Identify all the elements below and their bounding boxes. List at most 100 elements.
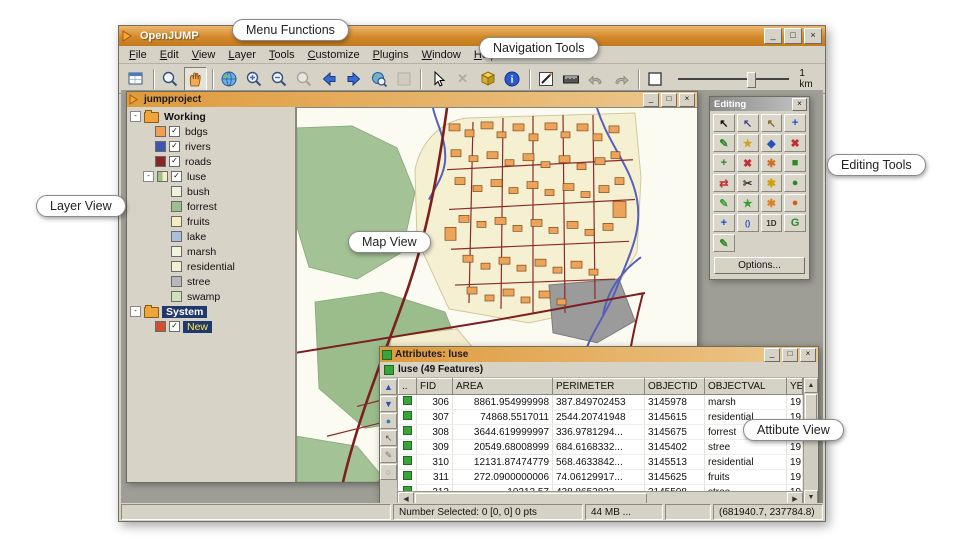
- select-linestrings-tool-icon[interactable]: ↖: [761, 114, 783, 132]
- layer-checkbox[interactable]: ✓: [169, 321, 180, 332]
- delete-vertex-tool-icon[interactable]: ✖: [737, 154, 759, 172]
- move-item-tool-icon[interactable]: +: [784, 114, 806, 132]
- scrollbar-thumb[interactable]: [415, 493, 647, 503]
- one-d-tool-icon[interactable]: 1D: [761, 214, 783, 232]
- menu-view[interactable]: View: [186, 48, 222, 62]
- table-row[interactable]: 3083644.619999997336.9781294...3145675fo…: [399, 425, 803, 440]
- scroll-down-icon[interactable]: ▼: [804, 490, 818, 503]
- zoom-globe-icon[interactable]: ●: [380, 413, 397, 429]
- feature-cube-icon[interactable]: [476, 67, 499, 91]
- note-tool-icon[interactable]: ✎: [713, 234, 735, 252]
- menu-window[interactable]: Window: [416, 48, 467, 62]
- parentheses-tool-icon[interactable]: (): [737, 214, 759, 232]
- move-vertex-tool-icon[interactable]: ✱: [761, 154, 783, 172]
- edit-geometry-tool-icon[interactable]: ✎: [713, 194, 735, 212]
- tree-theme-stree[interactable]: stree: [127, 274, 295, 289]
- next-extent-icon[interactable]: [342, 67, 365, 91]
- layer-checkbox[interactable]: ✓: [169, 156, 180, 167]
- maximize-icon[interactable]: □: [784, 28, 802, 44]
- menu-layer[interactable]: Layer: [222, 48, 262, 62]
- scale-slider-handle[interactable]: [747, 72, 756, 88]
- split-linestring-tool-icon[interactable]: ✂: [737, 174, 759, 192]
- zoom-to-layer-icon[interactable]: [367, 67, 390, 91]
- tree-layer-roads[interactable]: ✓roads: [127, 154, 295, 169]
- measure-ruler-icon[interactable]: [560, 67, 583, 91]
- horizontal-scrollbar[interactable]: ◀ ▶: [398, 491, 803, 503]
- options-button[interactable]: Options...: [714, 257, 805, 274]
- close-icon[interactable]: ×: [792, 98, 807, 111]
- column-header-perimeter[interactable]: PERIMETER: [553, 379, 645, 395]
- snap-vertices-to-point-tool-icon[interactable]: ⇄: [713, 174, 735, 192]
- zoom-icon[interactable]: [159, 67, 182, 91]
- maximize-icon[interactable]: □: [782, 348, 798, 362]
- menu-tools[interactable]: Tools: [263, 48, 301, 62]
- tree-theme-forrest[interactable]: forrest: [127, 199, 295, 214]
- cut-polygon-tool-icon[interactable]: ●: [784, 174, 806, 192]
- rotate-g-tool-icon[interactable]: G: [784, 214, 806, 232]
- move-selection-tool-icon[interactable]: +: [713, 214, 735, 232]
- collapse-icon[interactable]: -: [130, 111, 141, 122]
- draw-linestring-tool-icon[interactable]: ◆: [761, 134, 783, 152]
- draw-polygon-tool-icon[interactable]: ✎: [713, 134, 735, 152]
- tree-layer-luse[interactable]: -✓luse: [127, 169, 295, 184]
- tree-layer-rivers[interactable]: ✓rivers: [127, 139, 295, 154]
- collapse-icon[interactable]: -: [143, 171, 154, 182]
- minimize-icon[interactable]: _: [764, 348, 780, 362]
- tree-theme-marsh[interactable]: marsh: [127, 244, 295, 259]
- main-titlebar[interactable]: OpenJUMP _ □ ×: [119, 26, 825, 46]
- scale-slider[interactable]: 1 km: [678, 68, 820, 90]
- tree-theme-bush[interactable]: bush: [127, 184, 295, 199]
- column-header-yearofchan[interactable]: YEAROFCHAN: [787, 379, 803, 395]
- table-row[interactable]: 30774868.55170112544.207419483145615resi…: [399, 410, 803, 425]
- tree-layer-bdgs[interactable]: ✓bdgs: [127, 124, 295, 139]
- zoom-out-icon[interactable]: [268, 67, 291, 91]
- maximize-icon[interactable]: □: [661, 93, 677, 107]
- draw-point-tool-icon[interactable]: ✖: [784, 134, 806, 152]
- select-features-tool-icon[interactable]: ↖: [713, 114, 735, 132]
- column-header-objectid[interactable]: OBJECTID: [645, 379, 705, 395]
- scroll-up-icon[interactable]: ▲: [804, 378, 818, 393]
- tree-folder-working[interactable]: -Working: [127, 109, 295, 124]
- column-header-[interactable]: ..: [399, 379, 417, 395]
- table-row[interactable]: 3068861.954999998387.8497024533145978mar…: [399, 395, 803, 410]
- minimize-icon[interactable]: _: [764, 28, 782, 44]
- stop-icon[interactable]: ○: [380, 464, 397, 480]
- pan-icon[interactable]: [184, 67, 207, 91]
- scale-selected-tool-icon[interactable]: ★: [737, 194, 759, 212]
- attributes-table-area[interactable]: ..FIDAREAPERIMETEROBJECTIDOBJECTVALYEARO…: [398, 378, 803, 491]
- attributes-titlebar[interactable]: Attributes: luse _ □ ×: [380, 347, 818, 362]
- node-linestring-tool-icon[interactable]: ✱: [761, 174, 783, 192]
- tree-folder-system[interactable]: -System: [127, 304, 295, 319]
- edit-cell-icon[interactable]: ✎: [380, 447, 397, 463]
- close-icon[interactable]: ×: [804, 28, 822, 44]
- snap-vertices-tool-icon[interactable]: ■: [784, 154, 806, 172]
- table-row[interactable]: 31012131.87474779568.4633842...3145513re…: [399, 455, 803, 470]
- table-row[interactable]: 311272.090000000674.06129917...3145625fr…: [399, 470, 803, 485]
- menu-customize[interactable]: Customize: [302, 48, 366, 62]
- layer-checkbox[interactable]: ✓: [171, 171, 182, 182]
- autocomplete-polygon-tool-icon[interactable]: ●: [784, 194, 806, 212]
- flash-up-icon[interactable]: ▲: [380, 379, 397, 395]
- column-header-fid[interactable]: FID: [417, 379, 453, 395]
- close-icon[interactable]: ×: [800, 348, 816, 362]
- layer-checkbox[interactable]: ✓: [169, 126, 180, 137]
- flash-down-icon[interactable]: ▼: [380, 396, 397, 412]
- scroll-right-icon[interactable]: ▶: [787, 492, 803, 503]
- column-header-objectval[interactable]: OBJECTVAL: [705, 379, 787, 395]
- fence-square-icon[interactable]: [644, 67, 667, 91]
- project-titlebar[interactable]: jumpproject _ □ ×: [127, 92, 697, 107]
- zoom-full-extent-icon[interactable]: [218, 67, 241, 91]
- tree-theme-lake[interactable]: lake: [127, 229, 295, 244]
- menu-plugins[interactable]: Plugins: [367, 48, 415, 62]
- table-row[interactable]: 30920549.68008999684.6168332...3145402st…: [399, 440, 803, 455]
- insert-vertex-tool-icon[interactable]: +: [713, 154, 735, 172]
- draw-rectangle-tool-icon[interactable]: ★: [737, 134, 759, 152]
- select-parts-tool-icon[interactable]: ↖: [737, 114, 759, 132]
- tree-theme-swamp[interactable]: swamp: [127, 289, 295, 304]
- minimize-icon[interactable]: _: [643, 93, 659, 107]
- column-header-area[interactable]: AREA: [453, 379, 553, 395]
- editing-titlebar[interactable]: Editing ×: [710, 97, 809, 111]
- scroll-left-icon[interactable]: ◀: [398, 492, 414, 503]
- rotate-selected-tool-icon[interactable]: ✱: [761, 194, 783, 212]
- tree-theme-residential[interactable]: residential: [127, 259, 295, 274]
